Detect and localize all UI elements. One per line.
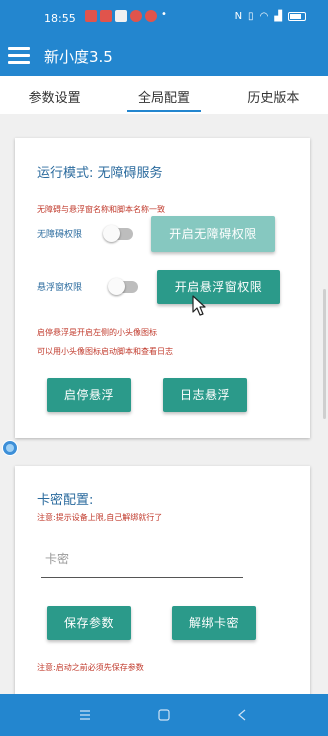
target-app-icon [145, 10, 157, 22]
nav-home-icon[interactable] [156, 707, 172, 723]
nfc-icon: N [234, 11, 243, 22]
start-stop-floating-button[interactable]: 启停悬浮 [47, 378, 131, 412]
log-floating-button[interactable]: 日志悬浮 [163, 378, 247, 412]
status-bar: 18:55 • N ▯ ◠ ▟ [0, 0, 328, 34]
tab-history-versions[interactable]: 历史版本 [219, 76, 328, 114]
enable-overlay-button[interactable]: 开启悬浮窗权限 [157, 270, 280, 304]
nav-menu-icon[interactable] [77, 707, 93, 723]
hamburger-menu-icon[interactable] [8, 47, 30, 64]
nav-back-icon[interactable] [234, 707, 250, 723]
more-dots-icon: • [161, 9, 167, 20]
tab-bar: 参数设置 全局配置 历史版本 [0, 76, 328, 114]
system-navigation-bar [0, 694, 328, 736]
floating-avatar-note: 可以用小头像图标启动脚本和查看日志 [37, 347, 173, 356]
name-consistency-note: 无障碍与悬浮窗名称和脚本名称一致 [37, 205, 165, 214]
floating-start-stop-note: 启停悬浮是开启左侧的小头像图标 [37, 328, 157, 337]
app-bar: 新小度3.5 [0, 34, 328, 76]
mail-icon [85, 10, 97, 22]
wifi-icon: ◠ [259, 11, 269, 22]
overlay-permission-label: 悬浮窗权限 [37, 283, 83, 293]
save-params-button[interactable]: 保存参数 [47, 606, 131, 640]
device-limit-note: 注意:提示设备上限,自己解绑就行了 [37, 513, 163, 522]
save-before-start-note: 注意:启动之前必须先保存参数 [37, 663, 144, 672]
status-time: 18:55 [44, 12, 76, 25]
toggle-knob [103, 225, 120, 242]
system-status-icons: N ▯ ◠ ▟ [235, 11, 306, 22]
tab-global-config[interactable]: 全局配置 [109, 76, 218, 114]
mouse-pointer-icon [192, 295, 206, 316]
settings-app-icon [130, 10, 142, 22]
run-mode-card: 运行模式: 无障碍服务 无障碍与悬浮窗名称和脚本名称一致 无障碍权限 开启无障碍… [15, 138, 310, 438]
app-title: 新小度3.5 [44, 48, 113, 66]
email-icon [100, 10, 112, 22]
toggle-knob [108, 278, 125, 295]
overlay-toggle[interactable] [108, 278, 138, 295]
card-key-card: 卡密配置: 注意:提示设备上限,自己解绑就行了 保存参数 解绑卡密 注意:启动之… [15, 466, 310, 694]
signal-icon: ▟ [274, 11, 282, 22]
scrollbar[interactable] [323, 289, 326, 419]
accessibility-permission-label: 无障碍权限 [37, 230, 83, 240]
card-key-heading: 卡密配置: [37, 493, 94, 508]
card-key-input[interactable] [41, 544, 243, 574]
unbind-card-key-button[interactable]: 解绑卡密 [172, 606, 256, 640]
floating-globe-icon[interactable] [2, 440, 18, 456]
accessibility-toggle[interactable] [103, 225, 133, 242]
vibrate-icon: ▯ [248, 11, 254, 22]
run-mode-heading: 运行模式: 无障碍服务 [37, 166, 163, 181]
notification-icons: • [85, 10, 168, 22]
enable-accessibility-button[interactable]: 开启无障碍权限 [151, 216, 275, 252]
tab-param-settings[interactable]: 参数设置 [0, 76, 109, 114]
content-area: 运行模式: 无障碍服务 无障碍与悬浮窗名称和脚本名称一致 无障碍权限 开启无障碍… [0, 114, 328, 694]
card-key-field[interactable] [41, 544, 243, 578]
battery-icon [288, 12, 306, 21]
shopping-bag-icon [115, 10, 127, 22]
